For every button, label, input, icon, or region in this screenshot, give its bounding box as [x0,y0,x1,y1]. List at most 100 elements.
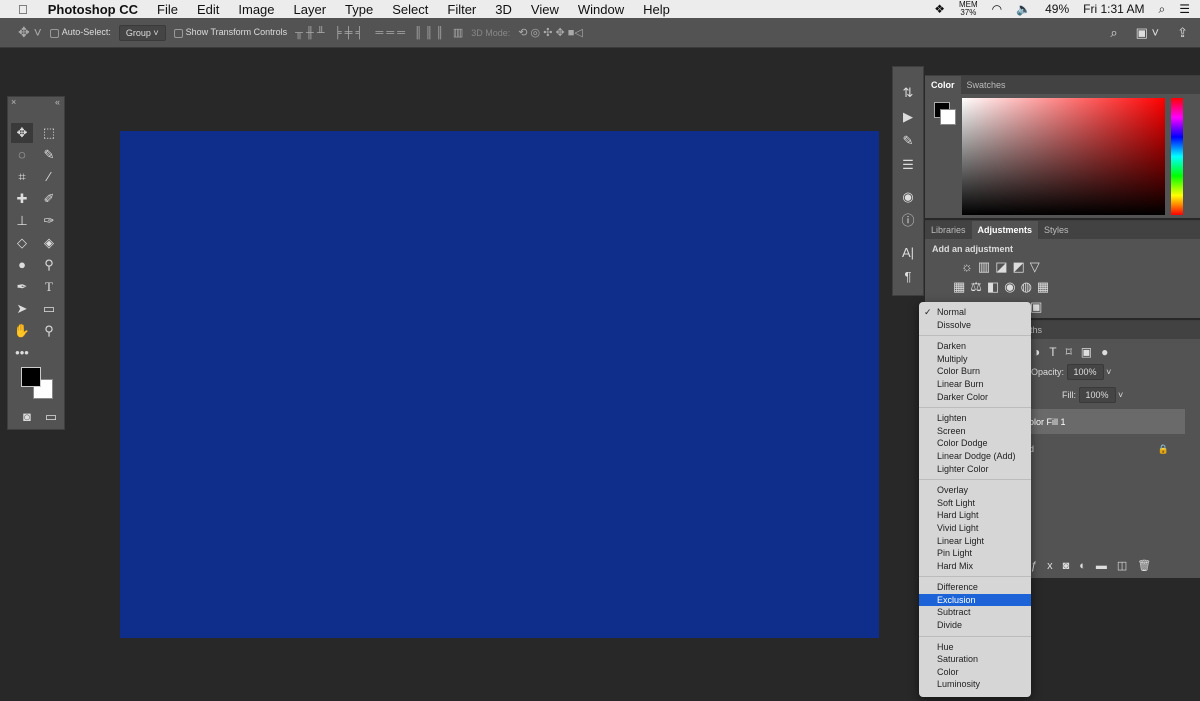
show-transform-checkbox[interactable]: Show Transform Controls [173,27,287,38]
share-icon[interactable]: ⇪ [1177,25,1188,41]
zoom-tool[interactable]: ⚲ [38,321,60,341]
layer-actions[interactable]: ƒx◙◐▬◫🗑 [1031,559,1161,572]
blend-mode-lighter-color[interactable]: Lighter Color [919,463,1031,476]
move-tool[interactable]: ✥ [11,123,33,143]
blend-mode-color[interactable]: Color [919,666,1031,679]
app-menu[interactable]: Photoshop CC [48,2,138,17]
collapse-icon[interactable]: « [55,97,60,107]
menu-file[interactable]: File [157,2,178,17]
foreground-color-swatch[interactable] [21,367,41,387]
crop-tool[interactable]: ⌗ [11,167,33,187]
blur-tool[interactable]: ● [11,255,33,275]
spotlight-icon[interactable]: ⌕ [1159,2,1166,17]
blend-mode-vivid-light[interactable]: Vivid Light [919,522,1031,535]
notification-icon[interactable]: ☰ [1179,2,1190,16]
hue-slider[interactable] [1171,98,1183,215]
menu-window[interactable]: Window [578,2,624,17]
volume-icon[interactable]: 🔈 [1016,2,1031,16]
blend-mode-overlay[interactable]: Overlay [919,484,1031,497]
blend-mode-hue[interactable]: Hue [919,641,1031,654]
rectangle-tool[interactable]: ▭ [38,299,60,319]
screen-mode-icon[interactable]: ▭ [40,407,62,427]
menu-help[interactable]: Help [643,2,670,17]
fill-control[interactable]: Fill: 100% ˅ [1062,387,1123,403]
type-tool[interactable]: T [38,277,60,297]
3d-mode-icons[interactable]: ⟲ ◎ ✣ ✥ ■◁ [518,26,583,39]
blend-mode-exclusion[interactable]: Exclusion [919,593,1031,607]
blend-mode-hard-mix[interactable]: Hard Mix [919,560,1031,573]
tab-swatches[interactable]: Swatches [961,76,1012,94]
hand-tool[interactable]: ✋ [11,321,33,341]
pen-tool[interactable]: ✒ [11,277,33,297]
tab-adjustments[interactable]: Adjustments [971,221,1039,239]
blend-mode-soft-light[interactable]: Soft Light [919,497,1031,510]
blend-mode-hard-light[interactable]: Hard Light [919,509,1031,522]
menu-layer[interactable]: Layer [294,2,327,17]
apple-icon[interactable]:  [18,2,28,17]
search-icon[interactable]: ⌕ [1110,25,1117,41]
blend-mode-linear-burn[interactable]: Linear Burn [919,378,1031,391]
menu-select[interactable]: Select [392,2,428,17]
blend-mode-darken[interactable]: Darken [919,340,1031,353]
blend-mode-luminosity[interactable]: Luminosity [919,678,1031,691]
menu-3d[interactable]: 3D [495,2,512,17]
blend-mode-multiply[interactable]: Multiply [919,353,1031,366]
move-tool-icon[interactable]: ✥ ˅ [18,24,42,41]
blend-mode-color-burn[interactable]: Color Burn [919,365,1031,378]
lasso-tool[interactable]: ◌ [11,145,33,165]
history-brush-tool[interactable]: ✑ [38,211,60,231]
brush-tool[interactable]: ✐ [38,189,60,209]
blend-mode-menu[interactable]: ✓ Normal Dissolve Darken Multiply Color Burn L… [919,302,1031,697]
healing-tool[interactable]: ✚ [11,189,33,209]
paint-bucket-tool[interactable]: ◈ [38,233,60,253]
opacity-control[interactable]: Opacity: 100% ˅ [1031,364,1111,380]
character-icon[interactable]: A| [893,241,923,265]
tab-styles[interactable]: Styles [1038,221,1075,239]
more-tools-icon[interactable]: ••• [11,343,33,363]
quick-select-tool[interactable]: ✎ [38,145,60,165]
workspace-icon[interactable]: ▣ ˅ [1136,25,1160,41]
brush-presets-icon[interactable]: ✎ [893,129,923,153]
blend-mode-pin-light[interactable]: Pin Light [919,547,1031,560]
quick-mask-icon[interactable]: ◙ [16,407,38,427]
close-icon[interactable]: × [11,97,16,107]
blend-mode-normal[interactable]: ✓ Normal [919,306,1031,319]
tab-libraries[interactable]: Libraries [925,221,972,239]
auto-select-dropdown[interactable]: Group ˅ [118,24,166,41]
adjustment-icons-row-1[interactable]: ☼▥◪◩▽ [925,259,1200,275]
stamp-tool[interactable]: ⊥ [11,211,33,231]
menu-image[interactable]: Image [238,2,274,17]
path-select-tool[interactable]: ➤ [11,299,33,319]
tab-color[interactable]: Color [925,76,961,94]
blend-mode-lighten[interactable]: Lighten [919,412,1031,425]
menu-view[interactable]: View [531,2,559,17]
eyedropper-tool[interactable]: ⁄ [38,167,60,187]
battery-percent[interactable]: 49% [1045,2,1069,16]
blend-mode-saturation[interactable]: Saturation [919,653,1031,666]
actions-play-icon[interactable]: ▶ [893,105,923,129]
paragraph-icon[interactable]: ¶ [893,265,923,289]
dropbox-icon[interactable]: ❖ [934,2,945,16]
blend-mode-linear-dodge-add[interactable]: Linear Dodge (Add) [919,450,1031,463]
info-icon[interactable]: ⓘ [893,209,923,233]
clock[interactable]: Fri 1:31 AM [1083,2,1144,16]
blend-mode-darker-color[interactable]: Darker Color [919,391,1031,404]
dodge-tool[interactable]: ⚲ [38,255,60,275]
blend-mode-divide[interactable]: Divide [919,619,1031,632]
blend-mode-screen[interactable]: Screen [919,425,1031,438]
align-icons[interactable]: ╥ ╫ ╨ ╞ ╪ ╡ ═ ═ ═ ║ ║ ║ ▥ [295,26,463,39]
wifi-icon[interactable]: ◠ [992,2,1002,16]
blend-mode-difference[interactable]: Difference [919,581,1031,594]
blend-mode-dissolve[interactable]: Dissolve [919,319,1031,332]
color-field[interactable] [962,98,1165,215]
history-icon[interactable]: ⇅ [893,81,923,105]
document-canvas[interactable] [120,131,879,638]
background-color[interactable] [940,109,956,125]
marquee-tool[interactable]: ⬚ [38,123,60,143]
properties-icon[interactable]: ◉ [893,185,923,209]
menu-edit[interactable]: Edit [197,2,219,17]
menu-type[interactable]: Type [345,2,373,17]
blend-mode-linear-light[interactable]: Linear Light [919,535,1031,548]
adjustment-icons-row-2[interactable]: ▦⚖◧◉◍▦ [925,279,1200,295]
menu-filter[interactable]: Filter [447,2,476,17]
